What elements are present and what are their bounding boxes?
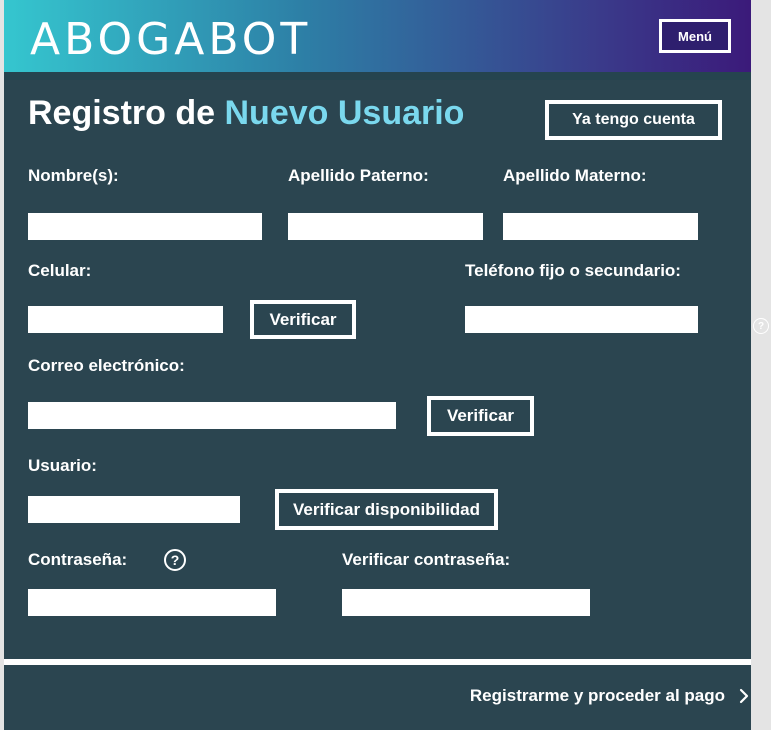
apellido-paterno-input[interactable]: [288, 213, 483, 240]
apellido-materno-label: Apellido Materno:: [503, 166, 647, 185]
have-account-button[interactable]: Ya tengo cuenta: [545, 100, 722, 140]
check-availability-button[interactable]: Verificar disponibilidad: [275, 489, 498, 530]
contrasena-input[interactable]: [28, 589, 276, 616]
submit-button[interactable]: Registrarme y proceder al pago: [470, 686, 749, 706]
password-help-icon[interactable]: ?: [164, 549, 186, 571]
nombres-input[interactable]: [28, 213, 262, 240]
verify-phone-button[interactable]: Verificar: [250, 300, 356, 339]
title-accent: Nuevo Usuario: [224, 94, 465, 132]
submit-label: Registrarme y proceder al pago: [469, 686, 725, 705]
title-prefix: Registro de: [28, 94, 216, 132]
header-divider: [4, 72, 751, 80]
apellido-paterno-label: Apellido Paterno:: [288, 166, 429, 185]
telefono-input[interactable]: [465, 306, 698, 333]
telefono-label: Teléfono fijo o secundario:: [465, 261, 681, 280]
celular-input[interactable]: [28, 306, 223, 333]
side-help-icon[interactable]: ?: [753, 318, 769, 334]
usuario-label: Usuario:: [28, 456, 97, 475]
correo-label: Correo electrónico:: [28, 356, 185, 375]
celular-label: Celular:: [28, 261, 92, 280]
verificar-contrasena-input[interactable]: [342, 589, 590, 616]
usuario-input[interactable]: [28, 496, 240, 523]
correo-input[interactable]: [28, 402, 396, 429]
page-title: Registro de Nuevo Usuario: [28, 94, 464, 133]
logo: ABOGABOT: [30, 14, 312, 65]
verificar-contrasena-label: Verificar contraseña:: [342, 550, 511, 569]
nombres-label: Nombre(s):: [28, 166, 119, 185]
verify-email-button[interactable]: Verificar: [427, 396, 534, 436]
chevron-right-icon: [739, 688, 749, 704]
apellido-materno-input[interactable]: [503, 213, 698, 240]
menu-button[interactable]: Menú: [659, 19, 731, 53]
contrasena-label: Contraseña:: [28, 550, 128, 569]
